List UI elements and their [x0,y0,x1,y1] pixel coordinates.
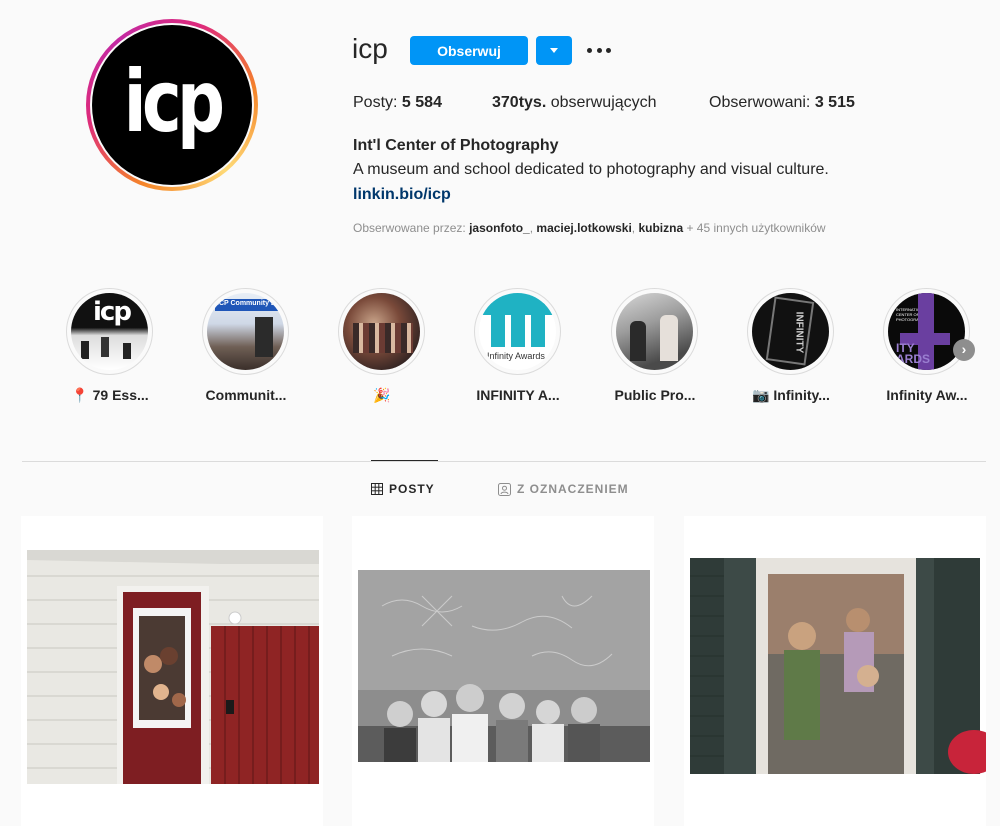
letter-block [511,303,525,347]
follow-button[interactable]: Obserwuj [410,36,528,65]
dot [587,47,592,53]
highlight-label: 📍 79 Ess... [71,387,149,403]
highlight-cover-text: ICP Community Day [217,300,284,307]
profile-avatar-ring[interactable]: icp [86,19,258,191]
highlight-ring [338,288,425,375]
stat-posts: Posty: 5 584 [353,94,442,112]
followed-by[interactable]: Obserwowane przez: jasonfoto_, maciej.lo… [353,221,826,235]
tagged-icon [498,482,511,496]
highlight-label: Public Pro... [614,387,696,403]
stat-followers-label: obserwujących [550,94,657,111]
post-thumbnail[interactable] [684,516,986,826]
chevron-down-icon [550,48,558,53]
highlight-ring: INTERNATIONAL CENTER OF PHOTOGRAPHY ITY … [883,288,970,375]
figure [630,321,646,361]
highlight-ring [611,288,698,375]
highlight-cover: ICP Community Day [207,293,284,370]
dot [606,47,611,53]
highlight-ring: ICP Community Day [202,288,289,375]
highlight-cover-text: INFINITY [793,311,805,354]
figure [123,343,131,359]
highlight-cover: Infinity Awards [479,293,556,370]
followed-by-user[interactable]: jasonfoto_ [469,221,530,235]
stat-following[interactable]: Obserwowani: 3 515 [709,94,855,112]
grid-icon [371,483,383,495]
post-image-house-door [21,516,323,826]
highlight-cover-text: ITY ARDS [896,341,931,366]
highlight-cover-text: icp [93,297,132,327]
highlight-label: 🎉 [373,387,391,403]
followed-by-suffix: + 45 innych użytkowników [686,221,826,235]
highlight-cover-text: Infinity Awards [487,351,545,361]
avatar-logo-text: icp [123,52,225,152]
chevron-right-icon[interactable]: › [953,339,975,361]
stat-posts-value: 5 584 [401,94,442,111]
highlight-cover [616,293,693,370]
figure [81,341,89,359]
stat-following-value: 3 515 [814,94,855,111]
tabs-divider [22,461,986,462]
stat-posts-label: Posty: [353,94,398,111]
full-name: Int'l Center of Photography [353,137,559,154]
post-image-children-wall [352,516,654,826]
figure [660,315,678,361]
highlight-label: INFINITY A... [476,387,560,403]
followed-by-user[interactable]: kubizna [638,221,683,235]
highlight-cover: INTERNATIONAL CENTER OF PHOTOGRAPHY ITY … [888,293,965,370]
active-tab-indicator [371,460,438,461]
suggested-dropdown-button[interactable] [536,36,572,65]
highlight-ring: INFINITY [747,288,834,375]
highlight-cover [343,293,420,370]
post-thumbnail[interactable] [352,516,654,826]
avatar[interactable]: icp [92,25,252,185]
figure [255,317,273,357]
tab-tagged-label: Z OZNACZENIEM [517,482,629,496]
username: icp [352,33,388,64]
followed-by-prefix: Obserwowane przez: [353,221,466,235]
tab-tagged[interactable]: Z OZNACZENIEM [498,482,629,496]
highlight-ring: icp [66,288,153,375]
highlight-cover: icp [71,293,148,370]
stat-followers[interactable]: 370tys. obserwujących [492,94,657,112]
highlight-cover: INFINITY [752,293,829,370]
bio-text: A museum and school dedicated to photogr… [353,161,829,178]
highlight-label: Infinity Aw... [886,387,968,403]
more-options-icon[interactable] [587,43,611,57]
stat-following-label: Obserwowani: [709,94,811,111]
dot [596,47,602,53]
letter-block [491,303,505,347]
followed-by-user[interactable]: maciej.lotkowski [536,221,631,235]
tab-posts[interactable]: POSTY [371,482,435,496]
post-thumbnail[interactable] [21,516,323,826]
highlight-label: 📷 Infinity... [752,387,830,403]
frame [765,296,815,366]
highlight-label: Communit... [205,387,287,403]
highlight-ring: Infinity Awards [474,288,561,375]
letter-block [531,303,545,347]
figure [101,337,109,357]
bio-link[interactable]: linkin.bio/icp [353,186,451,204]
post-image-window-children [684,516,986,826]
crowd [353,323,413,353]
stat-followers-value: 370tys. [492,94,547,111]
tab-posts-label: POSTY [389,482,435,496]
